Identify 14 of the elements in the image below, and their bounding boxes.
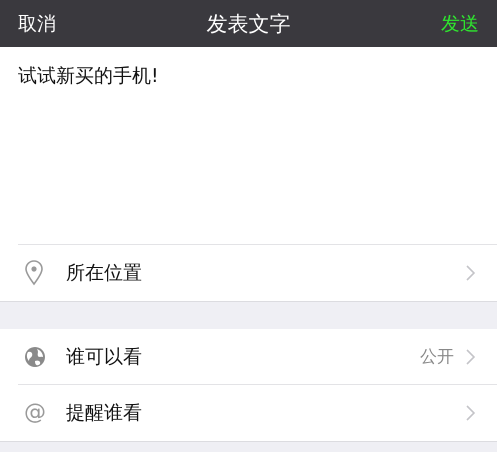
page-title: 发表文字 bbox=[206, 12, 290, 36]
send-button[interactable]: 发送 bbox=[441, 10, 479, 36]
row-label: 谁可以看 bbox=[66, 344, 143, 370]
row-label: 提醒谁看 bbox=[66, 401, 143, 426]
cancel-button[interactable]: 取消 bbox=[18, 10, 56, 36]
location-pin-icon bbox=[24, 260, 44, 286]
chevron-right-icon bbox=[466, 348, 475, 364]
row-value: 公开 bbox=[420, 346, 454, 368]
globe-icon bbox=[24, 346, 46, 368]
at-sign-icon: @ bbox=[24, 402, 46, 424]
row-label: 所在位置 bbox=[66, 261, 143, 286]
chevron-right-icon bbox=[466, 265, 475, 281]
post-text-field[interactable]: 试试新买的手机! bbox=[18, 63, 458, 93]
chevron-right-icon bbox=[466, 405, 475, 421]
